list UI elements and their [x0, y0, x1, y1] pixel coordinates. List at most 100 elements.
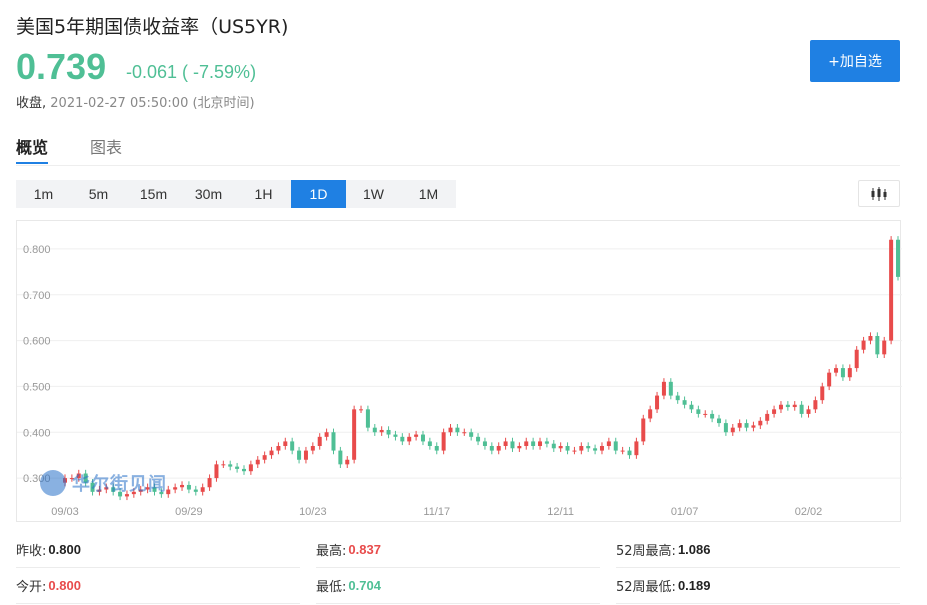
- y-tick-label: 0.700: [23, 290, 51, 302]
- tab-overview[interactable]: 概览: [16, 134, 49, 164]
- candle-body: [310, 446, 315, 451]
- candle-body: [758, 420, 763, 426]
- period-15m[interactable]: 15m: [126, 180, 181, 208]
- watermark-logo-icon: [40, 470, 66, 496]
- candle-body: [861, 340, 866, 350]
- candle-body: [276, 446, 281, 451]
- candle-body: [393, 434, 398, 437]
- stat-label: 52周最高:: [616, 544, 676, 559]
- candle-body: [648, 409, 653, 419]
- period-1mo[interactable]: 1M: [401, 180, 456, 208]
- period-1m[interactable]: 1m: [16, 180, 71, 208]
- x-tick-label: 02/02: [795, 506, 823, 518]
- x-tick-label: 01/07: [671, 506, 699, 518]
- candle-body: [524, 441, 529, 446]
- x-tick-label: 09/29: [175, 506, 203, 518]
- candle-body: [365, 409, 370, 428]
- candle-body: [207, 478, 212, 488]
- candle-body: [538, 441, 543, 446]
- candle-body: [875, 336, 880, 355]
- candle-body: [668, 381, 673, 396]
- candle-body: [290, 441, 295, 451]
- period-1w[interactable]: 1W: [346, 180, 401, 208]
- stat-prev-close: 昨收: 0.800: [16, 532, 300, 568]
- candle-body: [599, 446, 604, 451]
- candle-body: [682, 400, 687, 405]
- candle-body: [572, 450, 577, 452]
- candle-body: [689, 404, 694, 410]
- candle-body: [434, 446, 439, 451]
- candle-body: [696, 409, 701, 414]
- candle-body: [847, 368, 852, 378]
- candle-body: [579, 446, 584, 451]
- tab-chart[interactable]: 图表: [90, 134, 122, 164]
- candle-body: [317, 436, 322, 446]
- candle-body: [193, 489, 198, 492]
- candle-body: [262, 455, 267, 460]
- timestamp: 2021-02-27 05:50:00 (北京时间): [50, 96, 255, 111]
- candle-body: [255, 459, 260, 465]
- stat-low: 最低: 0.704: [316, 568, 600, 604]
- stat-label: 52周最低:: [616, 580, 676, 595]
- last-price: 0.739: [16, 46, 107, 87]
- candle-body: [854, 349, 859, 369]
- candle-body: [820, 386, 825, 401]
- candle-body: [510, 441, 515, 449]
- candle-body: [531, 441, 536, 446]
- period-30m[interactable]: 30m: [181, 180, 236, 208]
- candle-body: [772, 409, 777, 414]
- candle-body: [710, 413, 715, 419]
- candle-body: [503, 441, 508, 446]
- candle-body: [896, 239, 900, 277]
- period-1d[interactable]: 1D: [291, 180, 346, 208]
- y-tick-label: 0.400: [23, 427, 51, 439]
- stat-value: 0.800: [48, 542, 81, 557]
- candle-body: [737, 423, 742, 428]
- candlestick-toggle-button[interactable]: [858, 180, 900, 207]
- candle-body: [799, 404, 804, 414]
- candle-body: [675, 395, 680, 401]
- instrument-title: 美国5年期国债收益率（US5YR): [16, 16, 289, 38]
- candle-body: [414, 434, 419, 437]
- candle-body: [297, 450, 302, 460]
- candle-body: [386, 429, 391, 435]
- candle-body: [765, 413, 770, 421]
- candle-body: [420, 434, 425, 442]
- candle-body: [806, 409, 811, 414]
- y-tick-label: 0.600: [23, 336, 51, 348]
- candle-body: [180, 484, 185, 488]
- period-1h[interactable]: 1H: [236, 180, 291, 208]
- candle-body: [834, 368, 839, 373]
- watermark-text: 华尔街见闻: [72, 474, 167, 495]
- stat-52w-low: 52周最低: 0.189: [616, 568, 900, 604]
- watermark: 华尔街见闻: [40, 470, 167, 496]
- candle-body: [462, 432, 467, 434]
- stat-high: 最高: 0.837: [316, 532, 600, 568]
- candle-body: [827, 372, 832, 387]
- candle-body: [868, 336, 873, 341]
- candle-body: [359, 409, 364, 411]
- x-tick-label: 09/03: [51, 506, 79, 518]
- candle-body: [455, 427, 460, 433]
- stat-label: 最低:: [316, 580, 347, 595]
- candle-body: [248, 464, 253, 472]
- stats-panel: 昨收: 0.800 最高: 0.837 52周最高: 1.086 今开: 0.8…: [16, 532, 901, 604]
- period-5m[interactable]: 5m: [71, 180, 126, 208]
- candle-body: [517, 446, 522, 449]
- market-status: 收盘, 2021-02-27 05:50:00 (北京时间): [16, 92, 255, 111]
- candle-body: [400, 436, 405, 442]
- candle-body: [558, 446, 563, 449]
- x-tick-label: 12/11: [547, 506, 574, 518]
- stat-label: 最高:: [316, 544, 347, 559]
- candle-body: [352, 409, 357, 460]
- candle-body: [889, 239, 894, 341]
- candle-body: [407, 436, 412, 442]
- candle-body: [723, 423, 728, 433]
- candle-body: [482, 441, 487, 446]
- view-tabs: 概览 图表: [16, 134, 122, 164]
- candle-body: [703, 413, 708, 415]
- candle-body: [441, 432, 446, 451]
- candle-body: [331, 432, 336, 451]
- candle-body: [469, 432, 474, 437]
- add-to-watchlist-button[interactable]: +加自选: [810, 40, 900, 82]
